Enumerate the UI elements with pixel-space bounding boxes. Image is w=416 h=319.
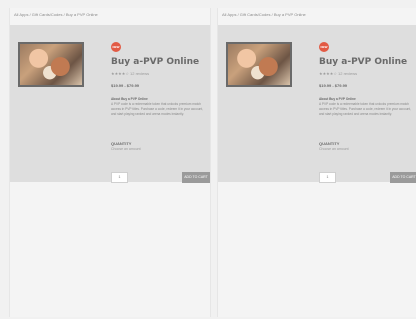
quantity-label: QUANTITY bbox=[319, 141, 340, 146]
new-badge: NEW bbox=[319, 42, 329, 52]
breadcrumb-item: Buy a PVP Online bbox=[65, 12, 98, 17]
description-text: A PVP code is a redeemable token that un… bbox=[319, 102, 412, 116]
breadcrumb: All Apps / Gift Cards/Codes / Buy a PVP … bbox=[222, 12, 306, 17]
product-title: Buy a-PVP Online bbox=[111, 57, 200, 67]
product-title: Buy a-PVP Online bbox=[319, 57, 408, 67]
product-rating[interactable]: ★★★★☆ 12 reviews bbox=[111, 71, 149, 76]
breadcrumb: All Apps / Gift Cards/Codes / Buy a PVP … bbox=[14, 12, 98, 17]
product-description: About Buy a PVP Online A PVP code is a r… bbox=[319, 97, 414, 117]
breadcrumb-item: Buy a PVP Online bbox=[273, 12, 306, 17]
product-price: $19.99 - $79.99 bbox=[111, 83, 140, 88]
quantity-hint: Choose an amount bbox=[319, 147, 349, 151]
breadcrumb-item[interactable]: All Apps bbox=[222, 12, 236, 17]
quantity-input[interactable]: 1 bbox=[111, 172, 128, 183]
product-panel-left: All Apps / Gift Cards/Codes / Buy a PVP … bbox=[9, 8, 211, 317]
add-to-cart-button[interactable]: ADD TO CART bbox=[390, 172, 416, 183]
breadcrumb-item[interactable]: All Apps bbox=[14, 12, 28, 17]
quantity-label: QUANTITY bbox=[111, 141, 132, 146]
product-hero: NEW Buy a-PVP Online ★★★★☆ 12 reviews $1… bbox=[218, 25, 416, 183]
product-image[interactable] bbox=[18, 42, 84, 87]
product-panel-right: All Apps / Gift Cards/Codes / Buy a PVP … bbox=[217, 8, 416, 317]
breadcrumb-item[interactable]: Gift Cards/Codes bbox=[32, 12, 63, 17]
product-rating[interactable]: ★★★★☆ 12 reviews bbox=[319, 71, 357, 76]
product-description: About Buy a PVP Online A PVP code is a r… bbox=[111, 97, 206, 117]
product-hero: NEW Buy a-PVP Online ★★★★☆ 12 reviews $1… bbox=[10, 25, 210, 183]
quantity-hint: Choose an amount bbox=[111, 147, 141, 151]
product-price: $19.99 - $79.99 bbox=[319, 83, 348, 88]
description-text: A PVP code is a redeemable token that un… bbox=[111, 102, 204, 116]
new-badge: NEW bbox=[111, 42, 121, 52]
quantity-input[interactable]: 1 bbox=[319, 172, 336, 183]
breadcrumb-item[interactable]: Gift Cards/Codes bbox=[240, 12, 271, 17]
product-image[interactable] bbox=[226, 42, 292, 87]
page: All Apps / Gift Cards/Codes / Buy a PVP … bbox=[0, 0, 416, 319]
add-to-cart-button[interactable]: ADD TO CART bbox=[182, 172, 210, 183]
